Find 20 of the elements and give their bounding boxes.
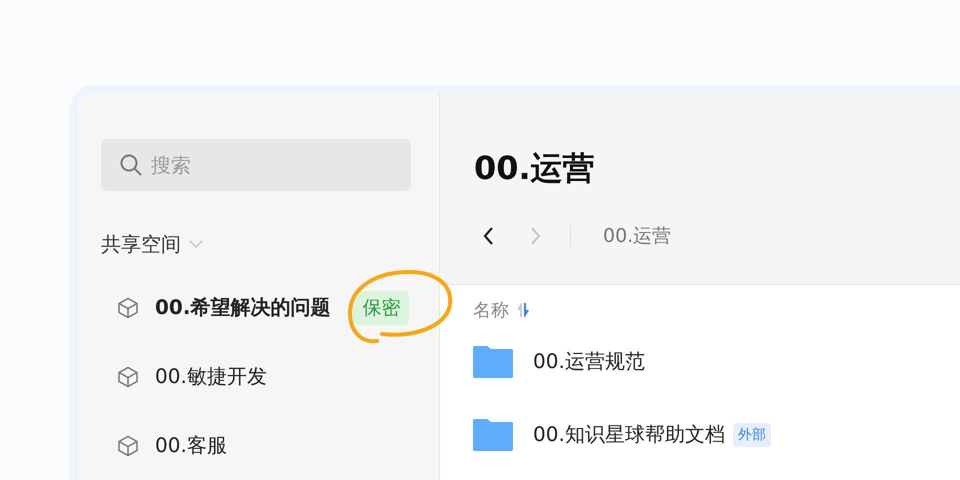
column-header[interactable]: 名称	[473, 298, 509, 322]
folder-name[interactable]: 00.知识星球帮助文档	[533, 421, 725, 448]
cube-icon	[116, 434, 140, 458]
folder-title: 00.运营	[474, 148, 596, 188]
section-title: 共享空间	[101, 230, 181, 258]
external-tag: 外部	[732, 422, 771, 446]
space-item[interactable]: 00.敏捷开发	[155, 363, 267, 390]
folder-icon	[473, 346, 513, 378]
sort-icon[interactable]	[517, 302, 529, 318]
search-icon	[119, 153, 143, 177]
search-field[interactable]: 搜索	[151, 145, 393, 185]
cube-icon	[116, 296, 140, 320]
space-item[interactable]: 00.客服	[155, 432, 227, 459]
search-box[interactable]: 搜索	[101, 139, 411, 191]
space-item[interactable]: 00.希望解决的问题	[155, 294, 330, 321]
breadcrumb[interactable]: 00.运营	[603, 223, 672, 249]
folder-icon	[473, 418, 513, 450]
folder-name[interactable]: 00.运营规范	[533, 348, 645, 375]
cube-icon	[116, 364, 140, 388]
confidential-tag: 保密	[353, 290, 410, 324]
